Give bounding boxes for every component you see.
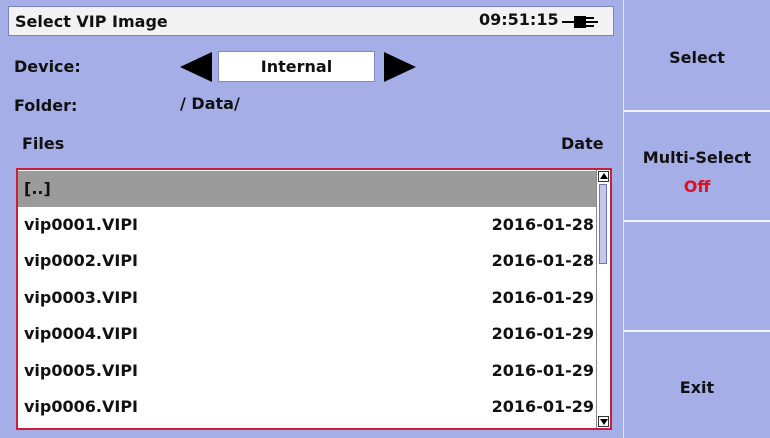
scrollbar[interactable] — [596, 170, 610, 428]
file-date: 2016-01-29 — [491, 324, 594, 343]
list-item[interactable]: vip0002.VIPI 2016-01-28 — [18, 243, 610, 279]
file-date: 2016-01-29 — [491, 288, 594, 307]
divider — [624, 330, 770, 332]
multi-select-button[interactable]: Multi-Select Off — [624, 148, 770, 196]
main-panel: Select VIP Image 09:51:15 Device: Intern… — [0, 0, 623, 438]
page-title: Select VIP Image — [15, 12, 168, 31]
file-name: vip0001.VIPI — [24, 215, 138, 234]
list-item[interactable]: vip0005.VIPI 2016-01-29 — [18, 353, 610, 389]
file-date: 2016-01-29 — [491, 397, 594, 416]
divider — [624, 220, 770, 222]
folder-label: Folder: — [14, 96, 78, 115]
file-list[interactable]: [..] vip0001.VIPI 2016-01-28 vip0002.VIP… — [16, 168, 612, 430]
divider — [624, 110, 770, 112]
file-name: [..] — [24, 179, 51, 198]
file-name: vip0004.VIPI — [24, 324, 138, 343]
file-date: 2016-01-29 — [491, 361, 594, 380]
list-item[interactable]: vip0004.VIPI 2016-01-29 — [18, 316, 610, 352]
softkey-sidebar: Select Multi-Select Off Exit — [624, 0, 770, 438]
title-bar: Select VIP Image 09:51:15 — [8, 6, 614, 36]
device-previous-arrow-icon[interactable] — [180, 52, 212, 82]
file-date: 2016-01-28 — [491, 215, 594, 234]
scroll-up-button[interactable] — [598, 171, 609, 182]
arrow-down-icon — [600, 419, 608, 425]
device-selector[interactable]: Internal — [218, 51, 375, 82]
device-label: Device: — [14, 57, 81, 76]
select-button[interactable]: Select — [624, 48, 770, 67]
scroll-down-button[interactable] — [598, 416, 609, 427]
clock: 09:51:15 — [479, 10, 559, 29]
file-name: vip0002.VIPI — [24, 251, 138, 270]
file-name: vip0005.VIPI — [24, 361, 138, 380]
arrow-up-icon — [600, 173, 608, 179]
multi-select-label: Multi-Select — [642, 148, 752, 167]
list-item[interactable]: vip0003.VIPI 2016-01-29 — [18, 280, 610, 316]
list-item[interactable]: vip0001.VIPI 2016-01-28 — [18, 207, 610, 243]
files-column-header: Files — [22, 134, 65, 153]
file-name: vip0003.VIPI — [24, 288, 138, 307]
list-item-parent-folder[interactable]: [..] — [18, 171, 610, 207]
power-plug-icon — [562, 16, 598, 28]
date-column-header: Date — [561, 134, 604, 153]
file-name: vip0006.VIPI — [24, 397, 138, 416]
scrollbar-thumb[interactable] — [599, 184, 607, 264]
file-date: 2016-01-28 — [491, 251, 594, 270]
folder-path: / Data/ — [180, 94, 240, 113]
list-item[interactable]: vip0006.VIPI 2016-01-29 — [18, 389, 610, 425]
exit-button[interactable]: Exit — [624, 378, 770, 397]
device-next-arrow-icon[interactable] — [384, 52, 416, 82]
multi-select-state: Off — [683, 177, 711, 196]
